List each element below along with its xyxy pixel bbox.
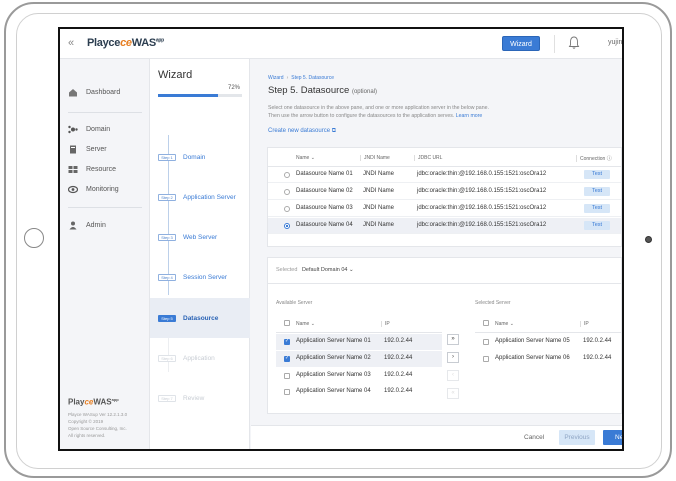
server-name: Application Server Name 06 [495,355,570,361]
ds-name: Datasource Name 01 [296,171,353,177]
previous-button[interactable]: Previous [559,430,595,445]
server-ip: 192.0.2.44 [384,388,413,394]
test-connection-button[interactable]: Test [584,187,610,196]
test-connection-button[interactable]: Test [584,170,610,179]
test-connection-button[interactable]: Test [584,204,610,213]
ds-jndi: JNDI Name [363,171,395,177]
move-all-left-button[interactable]: « [447,388,459,399]
row-checkbox[interactable] [284,389,290,395]
row-checkbox[interactable] [284,373,290,379]
move-left-button[interactable]: ‹ [447,370,459,381]
table-row[interactable]: Datasource Name 03 JNDI Name jdbc:oracle… [268,201,621,217]
table-row[interactable]: Application Server Name 06 192.0.2.44 [475,351,622,367]
server-name: Application Server Name 05 [495,338,570,344]
col-connection: Connection ⓘ [576,155,612,162]
col-ip: IP [381,321,390,327]
row-checkbox[interactable] [483,339,489,345]
col-name[interactable]: Name ⌄ [296,321,315,327]
select-all-checkbox[interactable] [483,320,489,326]
move-right-button[interactable]: › [447,352,459,363]
home-button[interactable] [24,228,44,248]
selected-domain: Selected Default Domain 04 ⌄ [276,267,354,273]
ds-name: Datasource Name 04 [296,222,353,228]
table-row-checked[interactable]: Application Server Name 02 192.0.2.44 [276,351,442,367]
bottom-bar: Cancel Previous Next [251,425,622,449]
datasource-table: Name ⌄ JNDI Name JDBC URL Connection ⓘ D… [267,147,622,247]
table-row[interactable]: Datasource Name 02 JNDI Name jdbc:oracle… [268,184,621,200]
row-radio[interactable] [284,189,290,195]
col-jdbc-url: JDBC URL [414,155,442,161]
row-radio[interactable] [284,223,290,229]
server-ip: 192.0.2.44 [384,372,413,378]
row-checkbox[interactable] [284,355,290,362]
server-ip: 192.0.2.44 [384,338,413,344]
col-ip: IP [580,321,589,327]
table-row-selected[interactable]: Datasource Name 04 JNDI Name jdbc:oracle… [268,218,621,234]
table-row-checked[interactable]: Application Server Name 01 192.0.2.44 [276,334,442,350]
server-name: Application Server Name 01 [296,338,371,344]
header-divider [276,332,442,333]
cancel-button[interactable]: Cancel [524,434,544,441]
info-icon[interactable]: ⓘ [607,156,612,162]
move-all-right-button[interactable]: » [447,334,459,345]
ds-name: Datasource Name 02 [296,188,353,194]
section-divider [268,283,621,284]
test-connection-button[interactable]: Test [584,221,610,230]
col-jndi: JNDI Name [360,155,390,161]
select-all-checkbox[interactable] [284,320,290,326]
ds-url: jdbc:oracle:thin:@192.168.0.155:1521:osc… [417,188,547,194]
server-ip: 192.0.2.44 [384,355,413,361]
ds-name: Datasource Name 03 [296,205,353,211]
domain-dropdown[interactable]: Default Domain 04 ⌄ [302,267,354,273]
ds-url: jdbc:oracle:thin:@192.168.0.155:1521:osc… [417,171,547,177]
table-row[interactable]: Application Server Name 04 192.0.2.44 [276,384,442,400]
server-ip: 192.0.2.44 [583,338,612,344]
next-button[interactable]: Next [603,430,622,445]
ds-url: jdbc:oracle:thin:@192.168.0.155:1521:osc… [417,222,547,228]
server-ip: 192.0.2.44 [583,355,612,361]
row-radio[interactable] [284,206,290,212]
ds-jndi: JNDI Name [363,205,395,211]
ds-jndi: JNDI Name [363,188,395,194]
table-row[interactable]: Application Server Name 03 192.0.2.44 [276,368,442,384]
table-row[interactable]: Application Server Name 05 192.0.2.44 [475,334,622,350]
col-name[interactable]: Name ⌄ [495,321,514,327]
row-radio[interactable] [284,172,290,178]
server-name: Application Server Name 02 [296,355,371,361]
selected-server-title: Selected Server [475,300,511,306]
table-row[interactable]: Datasource Name 01 JNDI Name jdbc:oracle… [268,167,621,183]
content-overlay: Name ⌄ JNDI Name JDBC URL Connection ⓘ D… [60,29,622,449]
server-name: Application Server Name 03 [296,372,371,378]
col-name[interactable]: Name ⌄ [296,155,315,161]
row-checkbox[interactable] [483,356,489,362]
row-checkbox[interactable] [284,338,290,345]
available-server-title: Available Server [276,300,313,306]
ds-url: jdbc:oracle:thin:@192.168.0.155:1521:osc… [417,205,547,211]
server-name: Application Server Name 04 [296,388,371,394]
header-divider [475,332,622,333]
chevron-down-icon: ⌄ [349,267,354,273]
server-assignment-card: Selected Default Domain 04 ⌄ Available S… [267,257,622,414]
ds-jndi: JNDI Name [363,222,395,228]
camera-icon [645,236,652,243]
